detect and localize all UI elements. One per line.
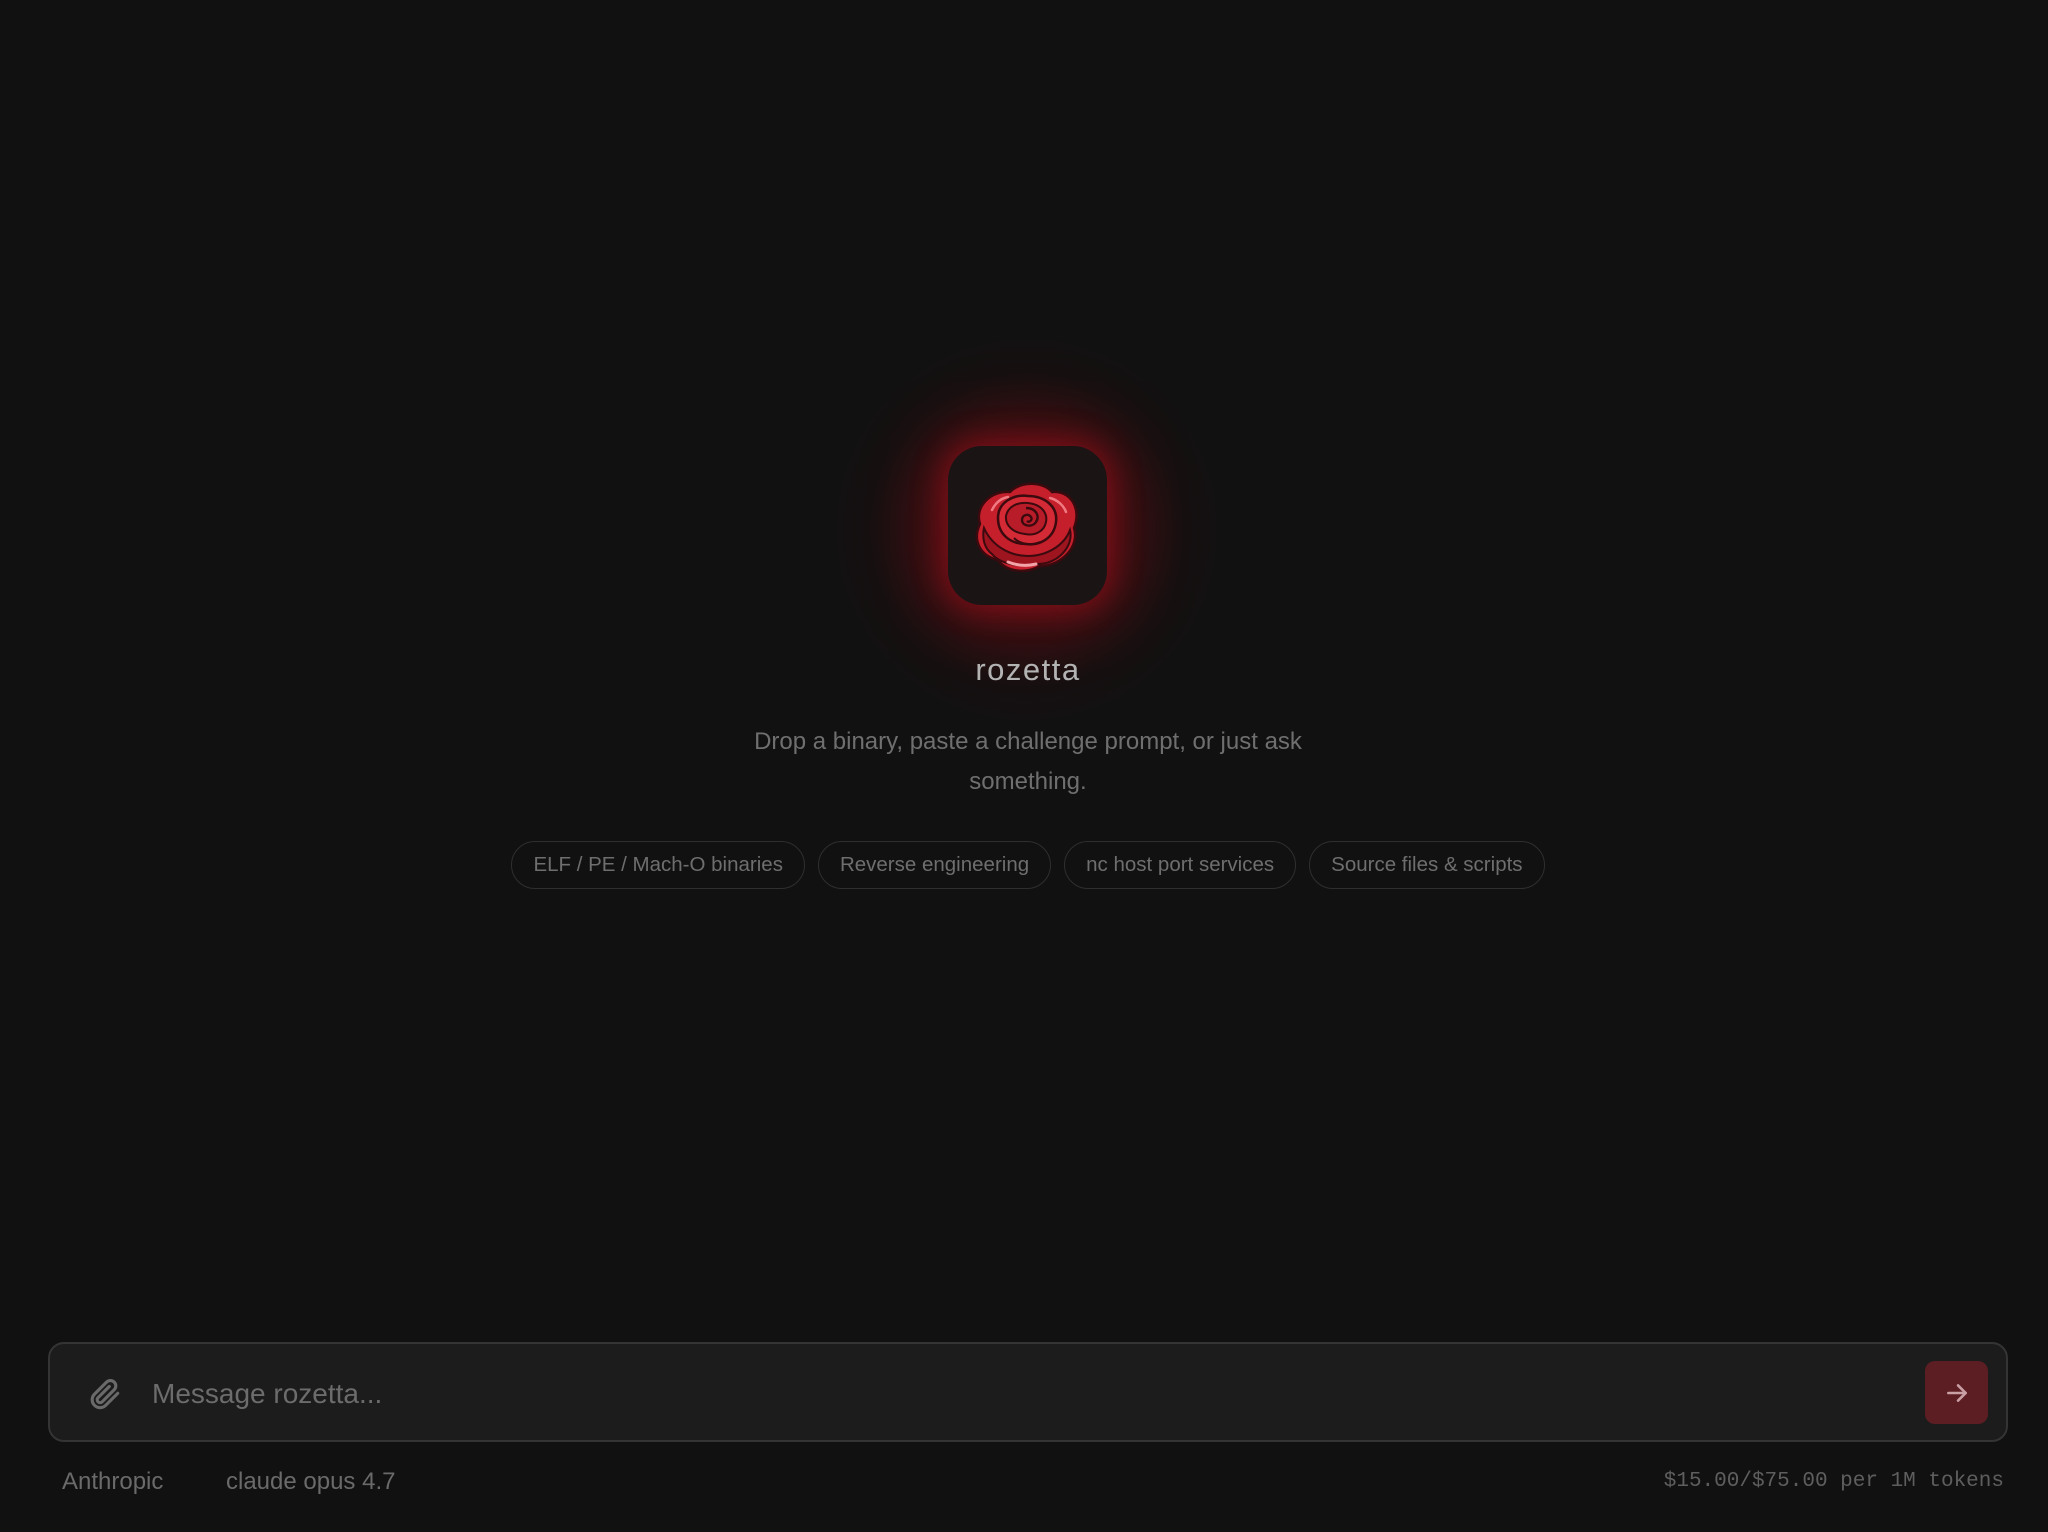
- welcome-hero: rozetta Drop a binary, paste a challenge…: [0, 0, 2048, 1000]
- suggestion-chip-reverse-engineering[interactable]: Reverse engineering: [817, 841, 1052, 889]
- paperclip-icon[interactable]: [88, 1375, 122, 1413]
- app-root: rozetta Drop a binary, paste a challenge…: [0, 0, 2048, 1532]
- suggestion-chips: ELF / PE / Mach-O binaries Reverse engin…: [0, 841, 2048, 889]
- send-button[interactable]: [1925, 1361, 1988, 1424]
- suggestion-chip-nc-services[interactable]: nc host port services: [1064, 841, 1297, 889]
- app-tagline: Drop a binary, paste a challenge prompt,…: [754, 728, 1302, 795]
- composer-footer: Anthropic claude opus 4.7 $15.00/$75.00 …: [0, 1465, 2048, 1499]
- provider-selector[interactable]: Anthropic: [62, 1465, 163, 1499]
- suggestion-chip-binaries[interactable]: ELF / PE / Mach-O binaries: [511, 841, 805, 889]
- token-pricing: $15.00/$75.00 per 1M tokens: [1663, 1470, 2004, 1493]
- rose-icon: [975, 482, 1078, 572]
- arrow-right-icon: [1946, 1383, 1967, 1402]
- app-logo: [948, 446, 1107, 605]
- suggestion-chip-source-files[interactable]: Source files & scripts: [1309, 841, 1545, 889]
- app-name: rozetta: [975, 652, 1081, 687]
- message-input[interactable]: [150, 1366, 1914, 1422]
- model-selector[interactable]: claude opus 4.7: [226, 1465, 395, 1499]
- message-composer: [48, 1342, 2008, 1442]
